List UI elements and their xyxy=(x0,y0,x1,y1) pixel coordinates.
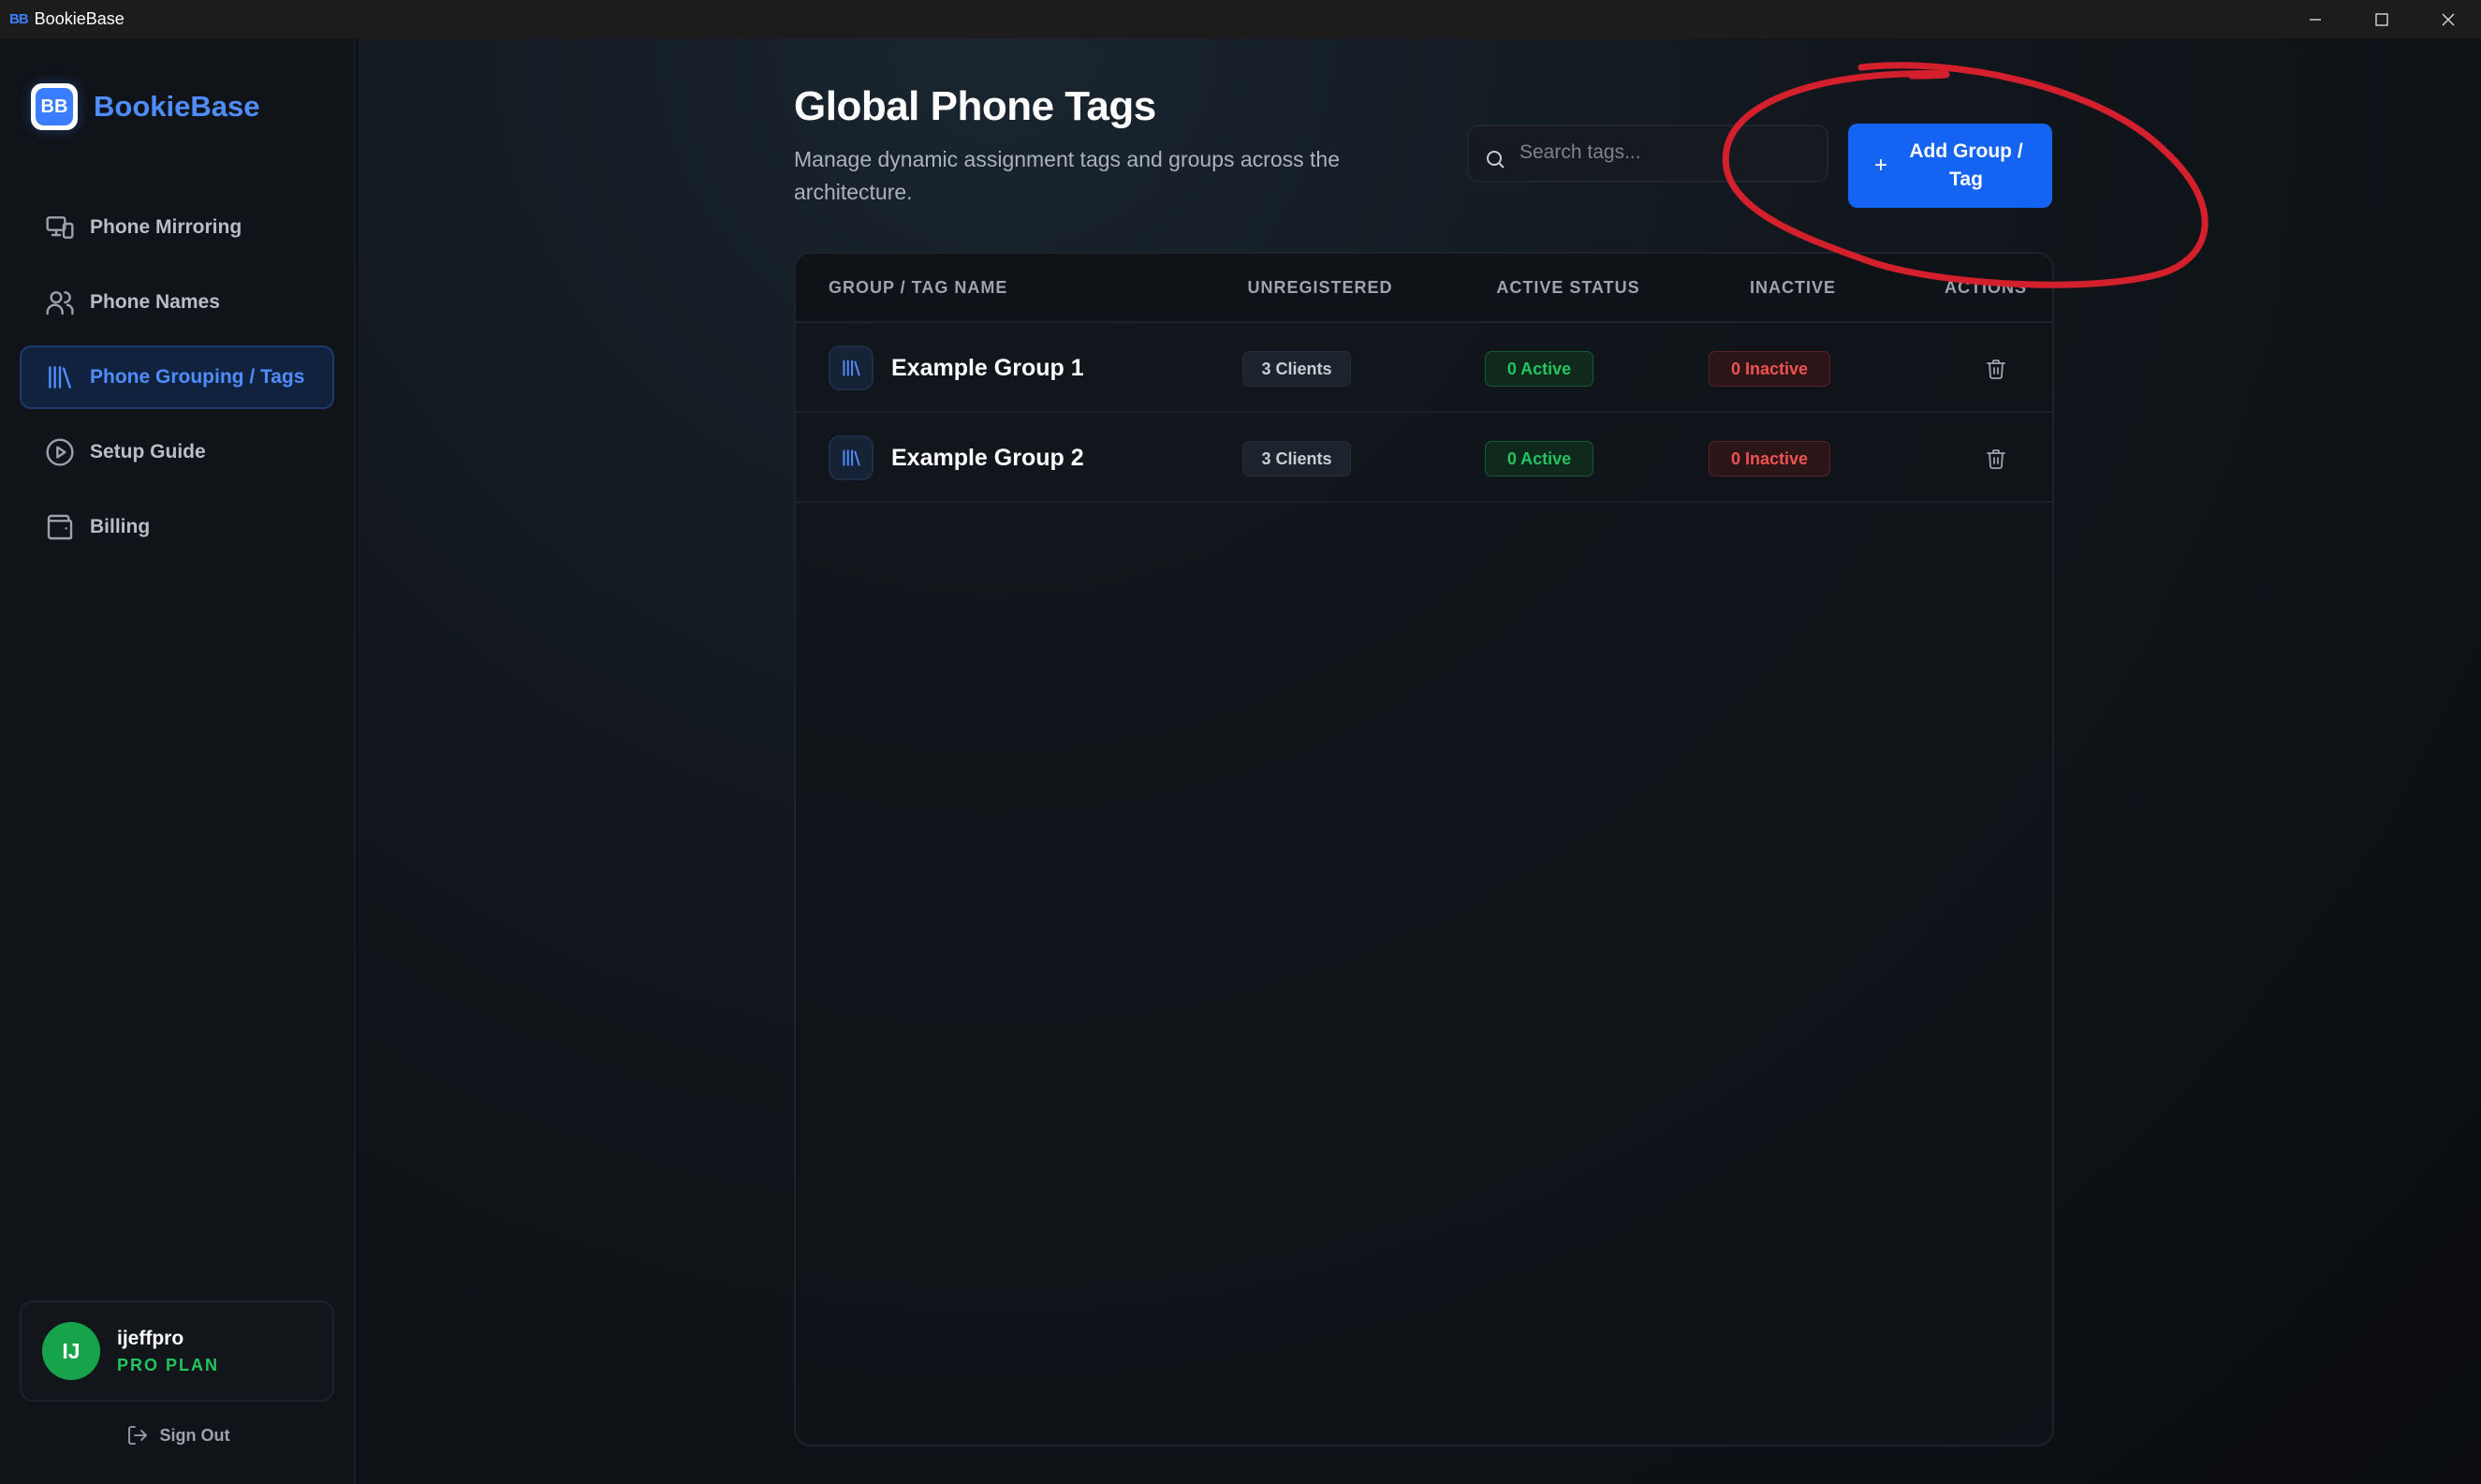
avatar: IJ xyxy=(42,1322,100,1380)
inactive-badge: 0 Inactive xyxy=(1709,441,1830,477)
users-icon xyxy=(46,291,74,316)
play-circle-icon xyxy=(46,438,74,466)
group-library-icon xyxy=(829,435,873,480)
window-title: BookieBase xyxy=(34,9,125,28)
sidebar-item-label: Billing xyxy=(90,516,151,537)
brand-name: BookieBase xyxy=(94,90,260,123)
page-subtitle: Manage dynamic assignment tags and group… xyxy=(794,147,1340,204)
window-controls xyxy=(2282,0,2481,38)
close-button[interactable] xyxy=(2415,0,2481,38)
sign-out-button[interactable]: Sign Out xyxy=(0,1424,356,1447)
user-card[interactable]: IJ ijeffpro PRO PLAN xyxy=(20,1300,334,1402)
sidebar: BB BookieBase Phone Mirroring Phone Name… xyxy=(0,38,356,1484)
search-box[interactable] xyxy=(1467,125,1828,183)
sidebar-item-setup-guide[interactable]: Setup Guide xyxy=(20,420,334,484)
table-row[interactable]: Example Group 2 3 Clients 0 Active 0 Ina… xyxy=(796,413,2052,503)
maximize-button[interactable] xyxy=(2348,0,2415,38)
unregistered-badge: 3 Clients xyxy=(1242,351,1351,387)
app-logo-icon: BB xyxy=(9,11,29,27)
sidebar-item-phone-grouping-tags[interactable]: Phone Grouping / Tags xyxy=(20,345,334,409)
group-library-icon xyxy=(829,345,873,390)
plan-badge: PRO PLAN xyxy=(117,1355,220,1374)
sidebar-item-label: Setup Guide xyxy=(90,441,206,463)
devices-icon xyxy=(46,216,74,239)
trash-icon xyxy=(1987,449,2005,469)
column-header-name: GROUP / TAG NAME xyxy=(829,278,1008,297)
column-header-unregistered: UNREGISTERED xyxy=(1247,278,1393,297)
active-status-badge: 0 Active xyxy=(1485,351,1593,387)
column-header-inactive: INACTIVE xyxy=(1749,278,1836,297)
group-name: Example Group 1 xyxy=(891,355,1084,381)
brand-logo-icon: BB xyxy=(31,83,78,130)
plus-icon: + xyxy=(1874,153,1888,178)
trash-icon xyxy=(1987,360,2005,379)
tags-table: GROUP / TAG NAME UNREGISTERED ACTIVE STA… xyxy=(794,252,2054,1447)
sidebar-item-phone-mirroring[interactable]: Phone Mirroring xyxy=(20,196,334,259)
unregistered-badge: 3 Clients xyxy=(1242,441,1351,477)
column-header-actions: ACTIONS xyxy=(1945,278,2027,297)
add-group-tag-label: Add Group / Tag xyxy=(1909,140,2023,190)
sidebar-item-label: Phone Grouping / Tags xyxy=(90,366,305,388)
table-header: GROUP / TAG NAME UNREGISTERED ACTIVE STA… xyxy=(796,254,2052,323)
minimize-button[interactable] xyxy=(2282,0,2348,38)
maximize-icon xyxy=(2374,12,2388,26)
column-header-active-status: ACTIVE STATUS xyxy=(1496,278,1640,297)
page-title: Global Phone Tags xyxy=(794,83,1156,129)
active-status-badge: 0 Active xyxy=(1485,441,1593,477)
sidebar-item-phone-names[interactable]: Phone Names xyxy=(20,271,334,334)
sidebar-nav: Phone Mirroring Phone Names Phone Groupi… xyxy=(20,196,334,570)
group-name: Example Group 2 xyxy=(891,445,1084,471)
main-content: Global Phone Tags Manage dynamic assignm… xyxy=(358,38,2481,1484)
table-row[interactable]: Example Group 1 3 Clients 0 Active 0 Ina… xyxy=(796,323,2052,413)
brand-logo-text: BB xyxy=(36,88,73,125)
username: ijeffpro xyxy=(117,1327,184,1349)
library-icon xyxy=(49,366,71,389)
log-out-icon xyxy=(127,1426,147,1445)
search-input[interactable] xyxy=(1519,141,1800,164)
wallet-icon xyxy=(47,514,73,540)
add-group-tag-button[interactable]: + Add Group / Tag xyxy=(1848,124,2052,208)
minimize-icon xyxy=(2309,18,2321,21)
search-icon xyxy=(1487,151,1505,169)
inactive-badge: 0 Inactive xyxy=(1709,351,1830,387)
delete-button[interactable] xyxy=(1985,357,2007,381)
sidebar-item-label: Phone Names xyxy=(90,291,220,313)
close-icon xyxy=(2442,13,2454,25)
brand[interactable]: BB BookieBase xyxy=(31,83,259,130)
user-info: ijeffpro PRO PLAN xyxy=(117,1328,219,1375)
sidebar-item-billing[interactable]: Billing xyxy=(20,495,334,559)
window-titlebar: BB BookieBase xyxy=(0,0,2481,38)
sidebar-item-label: Phone Mirroring xyxy=(90,216,242,238)
sign-out-label: Sign Out xyxy=(159,1425,230,1445)
delete-button[interactable] xyxy=(1985,447,2007,471)
